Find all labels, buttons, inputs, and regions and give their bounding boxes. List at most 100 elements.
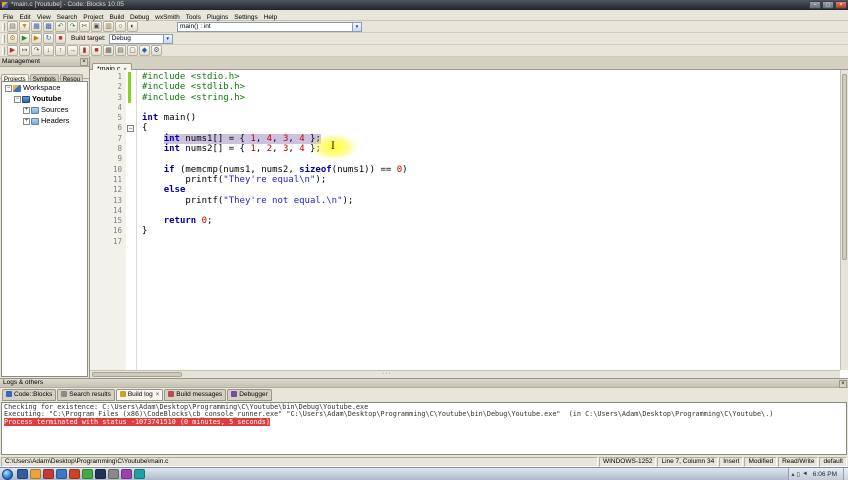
line-number[interactable]: 11	[90, 175, 126, 185]
build-and-run-icon[interactable]: ▶	[31, 33, 42, 44]
code-line[interactable]: 9	[90, 154, 840, 164]
abort-build-icon[interactable]: ■	[55, 33, 66, 44]
code-line[interactable]: 11 printf("They're equal\n");	[90, 175, 840, 185]
start-button[interactable]	[2, 468, 13, 480]
code-line[interactable]: 16}	[90, 226, 840, 236]
maximize-button[interactable]: ▢	[822, 1, 834, 9]
tray-expand-icon[interactable]: ▴	[792, 471, 795, 478]
replace-icon[interactable]: ◐	[127, 21, 138, 32]
new-file-small-icon[interactable]: ▢	[127, 45, 138, 56]
tree-item-youtube[interactable]: − Youtube	[2, 93, 87, 104]
log-tab-build-log[interactable]: Build log ×	[115, 389, 164, 401]
tray-volume-icon[interactable]: ◄	[802, 471, 808, 478]
rebuild-icon[interactable]: ↻	[43, 33, 54, 44]
log-tab-debugger[interactable]: Debugger	[227, 389, 272, 401]
taskbar-app-icon[interactable]	[82, 469, 93, 479]
vertical-scrollbar[interactable]	[840, 70, 848, 370]
line-number[interactable]: 9	[90, 154, 126, 164]
code-line[interactable]: 5 int main()	[90, 113, 840, 123]
tree-item-workspace[interactable]: − Workspace	[2, 82, 87, 93]
taskbar-app-icon[interactable]	[69, 469, 80, 479]
toolbar-grip[interactable]	[2, 47, 5, 55]
line-number[interactable]: 4	[90, 103, 126, 113]
line-number[interactable]: 1	[90, 72, 126, 82]
code-editor[interactable]: 1 #include <stdio.h> 2 #include <stdlib.h> 3…	[90, 70, 840, 370]
close-panel-icon[interactable]: ×	[80, 58, 88, 66]
cut-icon[interactable]: ✂	[79, 21, 90, 32]
code-line[interactable]: 7 int nums1[] = { 1, 4, 3, 4 };	[90, 133, 840, 144]
minimize-button[interactable]: –	[809, 1, 821, 9]
expand-icon[interactable]: +	[23, 117, 30, 125]
taskbar-app-icon[interactable]	[43, 469, 54, 479]
code-line[interactable]: 14	[90, 206, 840, 216]
line-number[interactable]: 6	[90, 123, 126, 133]
taskbar-app-icon[interactable]	[56, 469, 67, 479]
close-tab-icon[interactable]: ×	[156, 392, 160, 398]
next-instruction-icon[interactable]: →	[67, 45, 78, 56]
line-number[interactable]: 14	[90, 206, 126, 216]
taskbar-clock[interactable]: 6:06 PM	[813, 471, 837, 478]
log-tab-search-results[interactable]: Search results	[57, 389, 115, 401]
code-line[interactable]: 10 if (memcmp(nums1, nums2, sizeof(nums1…	[90, 165, 840, 175]
code-line[interactable]: 17	[90, 237, 840, 247]
line-number[interactable]: 2	[90, 82, 126, 92]
code-line[interactable]: 13 printf("They're not equal.\n");	[90, 196, 840, 206]
taskbar-app-icon[interactable]	[95, 469, 106, 479]
code-line[interactable]: 8 int nums2[] = { 1, 2, 3, 4 };	[90, 144, 840, 154]
debugging-windows-icon[interactable]: ▦	[103, 45, 114, 56]
line-number[interactable]: 3	[90, 93, 126, 103]
open-file-icon[interactable]: ▼	[19, 21, 30, 32]
taskbar-app-icon[interactable]	[108, 469, 119, 479]
line-number[interactable]: 7	[90, 134, 126, 144]
step-into-icon[interactable]: ↓	[43, 45, 54, 56]
debug-continue-icon[interactable]: ▶	[7, 45, 18, 56]
code-line[interactable]: 15 return 0;	[90, 216, 840, 226]
various-info-icon[interactable]: ▤	[115, 45, 126, 56]
new-file-icon[interactable]: ▤	[7, 21, 18, 32]
log-line[interactable]: Process terminated with status -10737415…	[4, 417, 844, 426]
splitter-grip[interactable]: ···	[382, 370, 392, 378]
close-button[interactable]: ×	[835, 1, 847, 9]
settings-small-icon[interactable]: ⚙	[151, 45, 162, 56]
toolbar-grip[interactable]	[2, 35, 5, 43]
redo-icon[interactable]: ↷	[67, 21, 78, 32]
close-panel-icon[interactable]: ×	[839, 380, 847, 388]
expand-icon[interactable]: +	[23, 106, 30, 114]
line-number[interactable]: 5	[90, 113, 126, 123]
fold-marker[interactable]: −	[127, 124, 134, 132]
code-line[interactable]: 3 #include <string.h>	[90, 92, 840, 103]
collapse-icon[interactable]: −	[14, 95, 21, 103]
find-icon[interactable]: ○	[115, 21, 126, 32]
chevron-down-icon[interactable]: ▼	[352, 23, 361, 31]
code-line[interactable]: 2 #include <stdlib.h>	[90, 82, 840, 93]
line-number[interactable]: 13	[90, 196, 126, 206]
build-target-combobox[interactable]: Debug ▼	[108, 34, 173, 44]
vertical-scrollbar-thumb[interactable]	[842, 74, 847, 260]
code-line[interactable]: 12 else	[90, 185, 840, 195]
show-desktop-button[interactable]	[843, 468, 848, 480]
line-number[interactable]: 8	[90, 144, 126, 154]
wxsmith-icon[interactable]: ◆	[139, 45, 150, 56]
horizontal-scrollbar[interactable]: ···	[90, 370, 840, 378]
taskbar-app-icon[interactable]	[30, 469, 41, 479]
taskbar-app-icon[interactable]	[134, 469, 145, 479]
next-line-icon[interactable]: ↷	[31, 45, 42, 56]
break-debugger-icon[interactable]: ▮	[79, 45, 90, 56]
run-icon[interactable]: ▶	[19, 33, 30, 44]
window-titlebar[interactable]: *main.c [Youtube] - Code::Blocks 10.05 –…	[0, 0, 848, 10]
active-symbol-combobox[interactable]: main() : int ▼	[177, 22, 362, 32]
line-number[interactable]: 12	[90, 185, 126, 195]
line-number[interactable]: 15	[90, 216, 126, 226]
tray-network-icon[interactable]: ▯	[797, 471, 800, 478]
run-to-cursor-icon[interactable]: ↦	[19, 45, 30, 56]
undo-icon[interactable]: ↶	[55, 21, 66, 32]
log-tab-code-blocks[interactable]: Code::Blocks	[2, 389, 57, 401]
log-tab-build-messages[interactable]: Build messages	[164, 389, 227, 401]
tree-item-headers[interactable]: + Headers	[2, 115, 87, 126]
line-number[interactable]: 17	[90, 237, 126, 247]
line-number[interactable]: 10	[90, 165, 126, 175]
code-line[interactable]: 1 #include <stdio.h>	[90, 72, 840, 83]
save-icon[interactable]: ▦	[31, 21, 42, 32]
stop-debugger-icon[interactable]: ■	[91, 45, 102, 56]
taskbar-app-icon[interactable]	[17, 469, 28, 479]
